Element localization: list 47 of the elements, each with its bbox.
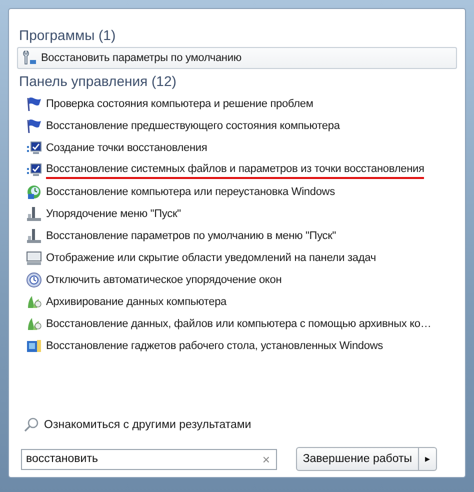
result-label: Архивирование данных компьютера [46,296,227,308]
clock-icon [26,272,42,288]
start-menu-icon [26,206,42,222]
result-item[interactable]: Проверка состояния компьютера и решение проблем [17,93,457,115]
search-field[interactable]: восстановить × [21,448,277,470]
result-item[interactable]: Отображение или скрытие области уведомлений на панели задач [17,247,457,269]
result-label: Восстановление данных, файлов или компьютера с помощью архивных ко… [46,318,432,330]
shutdown-options-button[interactable]: ▸ [419,447,437,471]
taskbar-icon [26,250,42,266]
result-item[interactable]: Восстановление системных файлов и параметров из точки восстановления [17,159,457,181]
result-label: Восстановление параметров по умолчанию в меню "Пуск" [46,230,336,242]
gadget-icon [26,338,42,354]
result-item[interactable]: Восстановление компьютера или переустановка Windows [17,181,457,203]
result-label: Создание точки восстановления [46,142,208,154]
result-label: Восстановление гаджетов рабочего стола, установленных Windows [46,340,384,352]
result-item[interactable]: Восстановление данных, файлов или компьютера с помощью архивных ко… [17,313,457,335]
result-label: Упорядочение меню "Пуск" [46,208,181,220]
restore-icon [26,184,42,200]
start-menu-icon [26,228,42,244]
result-label: Отключить автоматическое упорядочение окон [46,274,282,286]
monitor-icon [26,162,42,178]
result-label: Восстановление системных файлов и параметров из точки восстановления [46,162,424,178]
result-label: Восстановление компьютера или переустановка Windows [46,186,335,198]
result-item[interactable]: Архивирование данных компьютера [17,291,457,313]
monitor-icon [26,140,42,156]
result-item[interactable]: Восстановить параметры по умолчанию [17,47,457,69]
more-results-link[interactable]: Ознакомиться с другими результатами [23,417,252,433]
backup-icon [26,294,42,310]
result-item[interactable]: Восстановление предшествующего состояния компьютера [17,115,457,137]
result-item[interactable]: Восстановление гаджетов рабочего стола, установленных Windows [17,335,457,357]
result-label: Восстановление предшествующего состояния компьютера [46,120,340,132]
flag-icon [26,118,42,134]
group-heading: Панель управления (12) [19,73,178,89]
flag-icon [26,96,42,112]
result-label: Восстановить параметры по умолчанию [41,52,242,64]
result-label: Проверка состояния компьютера и решение проблем [46,98,314,110]
wrench-icon [21,50,37,66]
result-item[interactable]: Упорядочение меню "Пуск" [17,203,457,225]
group-heading: Программы (1) [19,27,117,43]
backup-icon [26,316,42,332]
clear-button[interactable]: × [256,452,276,466]
shutdown-button[interactable]: Завершение работы [296,447,419,471]
result-label: Отображение или скрытие области уведомлений на панели задач [46,252,376,264]
search-icon [23,417,39,433]
result-item[interactable]: Восстановление параметров по умолчанию в меню "Пуск" [17,225,457,247]
result-item[interactable]: Создание точки восстановления [17,137,457,159]
result-item[interactable]: Отключить автоматическое упорядочение окон [17,269,457,291]
